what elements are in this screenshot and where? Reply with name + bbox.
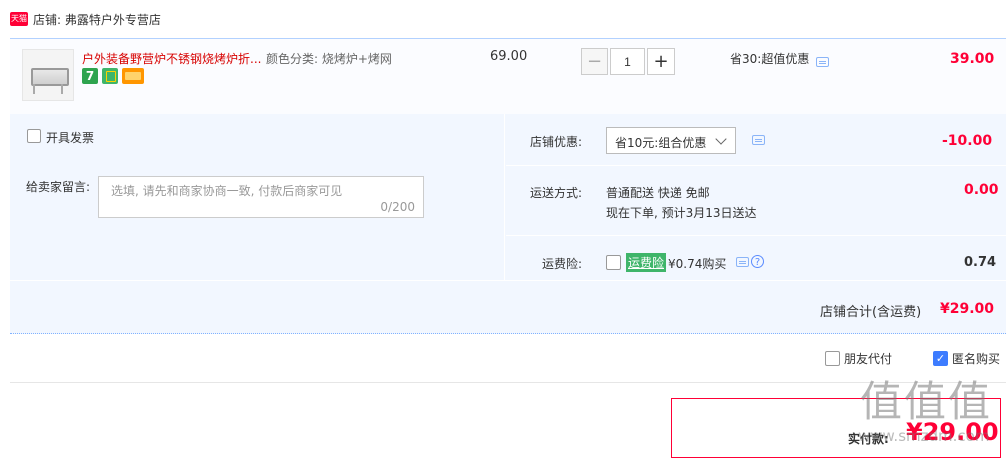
shop-total-label: 店铺合计(含运费) — [820, 305, 922, 320]
shipping-method: 普通配送 快递 免邮 — [606, 186, 710, 200]
insurance-price: ¥0.74购买 — [668, 257, 727, 271]
anonymous-label[interactable]: 匿名购买 — [952, 350, 1000, 367]
seller-message-char-count: 0/200 — [380, 200, 415, 214]
order-detail-panel: 开具发票 给卖家留言: 选填, 请先和商家协商一致, 付款后商家可见 0/200… — [10, 114, 1006, 334]
seller-message-placeholder: 选填, 请先和商家协商一致, 付款后商家可见 — [111, 184, 343, 198]
watermark-logo: 值值值 — [860, 377, 993, 426]
quality-guarantee-icon[interactable] — [102, 68, 118, 84]
column-divider — [504, 114, 505, 280]
shop-total-amount: ¥29.00 — [940, 301, 995, 317]
anonymous-checkbox[interactable]: ✓ — [933, 351, 948, 366]
invoice-label[interactable]: 开具发票 — [46, 129, 94, 146]
tmall-icon: 天猫 — [10, 12, 28, 26]
unit-price: 69.00 — [490, 49, 528, 64]
promotion-text: 省30:超值优惠 — [730, 52, 810, 66]
friend-pay-label[interactable]: 朋友代付 — [844, 350, 892, 367]
shipping-label: 运送方式: — [530, 186, 583, 200]
invoice-checkbox[interactable] — [27, 129, 41, 143]
item-subtotal: 39.00 — [950, 51, 995, 67]
shop-name-link[interactable]: 店铺: 弗露特户外专营店 — [33, 11, 161, 28]
friend-pay-checkbox[interactable] — [825, 351, 840, 366]
promo-chat-icon[interactable] — [816, 57, 829, 67]
shop-discount-selected: 省10元:组合优惠 — [615, 136, 707, 150]
product-thumbnail[interactable] — [22, 49, 74, 101]
credit-card-icon[interactable] — [122, 68, 144, 84]
quantity-decrease-button[interactable]: − — [581, 48, 608, 75]
insurance-tag[interactable]: 运费险 — [626, 253, 667, 272]
quantity-input[interactable] — [610, 48, 645, 75]
row-divider — [506, 165, 1006, 166]
discount-chat-icon[interactable] — [752, 135, 765, 145]
insurance-checkbox[interactable] — [606, 255, 621, 270]
order-item-row: 户外装备野营炉不锈钢烧烤炉折... 颜色分类: 烧烤炉+烤网 7 69.00 −… — [10, 38, 1006, 115]
seven-day-return-icon[interactable]: 7 — [82, 68, 98, 84]
seller-message-label: 给卖家留言: — [26, 180, 91, 194]
quantity-increase-button[interactable]: + — [647, 48, 675, 75]
seller-message-textarea[interactable]: 选填, 请先和商家协商一致, 付款后商家可见 0/200 — [98, 176, 424, 218]
help-icon[interactable]: ? — [751, 255, 764, 268]
divider — [10, 382, 1006, 383]
shop-discount-label: 店铺优惠: — [530, 135, 583, 149]
shop-header: 天猫 店铺: 弗露特户外专营店 — [0, 0, 1008, 38]
shipping-eta: 现在下单, 预计3月13日送达 — [606, 206, 757, 220]
shop-discount-amount: -10.00 — [942, 133, 993, 149]
row-divider — [506, 235, 1006, 236]
watermark-url: www.smzdm.com — [858, 427, 990, 445]
row-divider — [10, 280, 1006, 281]
insurance-label: 运费险: — [542, 257, 583, 271]
product-title-link[interactable]: 户外装备野营炉不锈钢烧烤炉折... — [82, 50, 264, 67]
product-sku: 颜色分类: 烧烤炉+烤网 — [266, 52, 392, 66]
insurance-amount: 0.74 — [964, 255, 997, 270]
insurance-chat-icon[interactable] — [736, 257, 749, 267]
chevron-down-icon — [715, 133, 727, 145]
shop-discount-select[interactable]: 省10元:组合优惠 — [606, 127, 736, 154]
shipping-amount: 0.00 — [964, 182, 999, 198]
